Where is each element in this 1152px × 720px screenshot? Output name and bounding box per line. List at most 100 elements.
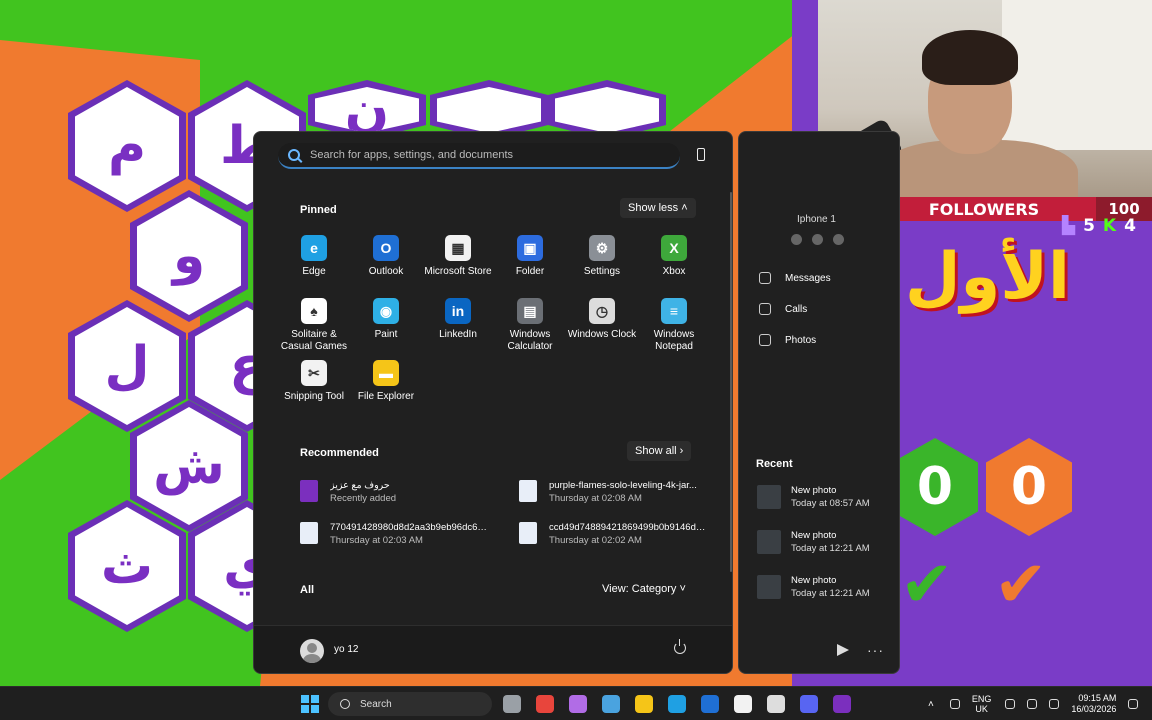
show-all-label: Show all [635,445,677,457]
app-label: Microsoft Store [424,266,492,277]
device-name: Iphone 1 [797,214,836,225]
taskbar-search[interactable]: Search [328,692,492,716]
pinned-app[interactable]: ♠ Solitaire & Casual Games [278,298,350,353]
wifi-icon[interactable] [1005,699,1016,709]
file-icon [519,480,537,502]
view-category-button[interactable]: View: Category ˅ [594,579,694,599]
start-footer: yo 12 [254,625,732,673]
discord-icon[interactable] [800,695,818,713]
phone-icon [759,303,771,315]
volume-icon[interactable] [1027,699,1038,709]
edge-icon[interactable] [668,695,686,713]
show-all-button[interactable]: Show all › [627,441,692,461]
copilot-icon[interactable] [569,695,587,713]
pinned-app[interactable]: in LinkedIn [422,298,494,341]
streamer-hair [922,30,1018,85]
recent-photo[interactable]: New photo Today at 08:57 AM [757,485,870,509]
calls-item[interactable]: Calls [759,303,807,315]
messages-item[interactable]: Messages [759,272,831,284]
store-icon[interactable] [734,695,752,713]
pinned-app[interactable]: ⚙ Settings [566,235,638,278]
battery-icon [833,234,844,245]
recommended-item[interactable]: حروف مع عزيز Recently added [300,480,500,504]
chevron-up-icon[interactable]: ˄ [928,699,934,710]
pinned-app[interactable]: ▬ File Explorer [350,360,422,403]
microphone-icon[interactable] [949,699,960,709]
send-icon[interactable] [837,644,849,656]
notifications-icon[interactable] [1128,699,1139,709]
app-icon: ≡ [661,298,687,324]
messages-label: Messages [785,272,831,284]
pinned-app[interactable]: ▤ Windows Calculator [494,298,566,353]
app-label: Edge [302,266,326,277]
pinned-app[interactable]: ✂ Snipping Tool [278,360,350,403]
file-detail: Thursday at 02:03 AM [330,535,423,546]
app-label: Windows Clock [567,329,637,340]
more-icon[interactable]: ··· [867,642,884,658]
clock-time: 09:15 AM [1078,693,1117,703]
hex-letter: ل [75,307,179,425]
recent-heading: Recent [756,458,793,470]
photo-thumbnail [757,530,781,554]
pinned-app[interactable]: O Outlook [350,235,422,278]
capture-icon[interactable] [602,695,620,713]
task-view-icon[interactable] [503,695,521,713]
app-icon: in [445,298,471,324]
clock-date: 16/03/2026 [1071,704,1117,714]
file-name: ccd49d74889421869499b0b9146dd... [549,522,709,533]
recent-photo[interactable]: New photo Today at 12:21 AM [757,575,870,599]
pinned-app[interactable]: ▦ Microsoft Store [422,235,494,278]
app-label: Xbox [662,266,686,277]
app-icon: ⚙ [589,235,615,261]
photo-time: Today at 08:57 AM [791,498,870,509]
pinned-app[interactable]: ◉ Paint [350,298,422,341]
show-less-button[interactable]: Show less ˄ [620,198,696,218]
clock[interactable]: 09:15 AM 16/03/2026 [1071,693,1116,715]
kick-icon: K [1102,216,1117,236]
recommended-item[interactable]: 770491428980d8d2aa3b9eb96dc69... Thursday… [300,522,500,546]
scrollbar[interactable] [730,192,732,572]
device-status [791,234,844,245]
file-name: purple-flames-solo-leveling-4k-jar... [549,480,697,491]
app-label: Windows Calculator [507,329,553,352]
obs-icon[interactable] [767,695,785,713]
file-explorer-icon[interactable] [635,695,653,713]
outlook-icon[interactable] [701,695,719,713]
battery-icon[interactable] [1049,699,1060,709]
chrome-icon[interactable] [536,695,554,713]
start-search-box[interactable] [278,143,680,169]
language-indicator[interactable]: ENG UK [972,694,992,714]
pinned-app[interactable]: ≡ Windows Notepad [638,298,710,353]
phone-link-icon[interactable] [697,148,705,161]
recommended-item[interactable]: ccd49d74889421869499b0b9146dd... Thursday… [519,522,719,546]
power-icon[interactable] [674,639,686,654]
app-label: Snipping Tool [284,391,344,402]
app-label: Solitaire & Casual Games [280,329,348,352]
file-detail: Thursday at 02:02 AM [549,535,642,546]
start-menu: Pinned Show less ˄ e Edge O Outlook ▦ Microso… [253,131,733,674]
avatar[interactable] [300,639,324,663]
windows-start-icon[interactable] [301,695,319,713]
app-icon: ✂ [301,360,327,386]
pinned-app[interactable]: e Edge [278,235,350,278]
file-name: حروف مع عزيز [330,480,390,491]
user-name[interactable]: yo 12 [334,644,358,655]
photos-item[interactable]: Photos [759,334,816,346]
pinned-app[interactable]: ◷ Windows Clock [566,298,638,341]
start-search-input[interactable] [310,149,670,161]
pinned-app[interactable]: ▣ Folder [494,235,566,278]
recent-photo[interactable]: New photo Today at 12:21 AM [757,530,870,554]
disconnect-icon[interactable] [791,234,802,245]
show-less-label: Show less [628,202,679,214]
game-icon[interactable] [833,695,851,713]
hex-letter: ن [315,87,419,133]
pinned-app[interactable]: X Xbox [638,235,710,278]
bluetooth-icon [812,234,823,245]
lang-code: ENG [971,694,992,704]
file-detail: Recently added [330,493,397,504]
hex-letter [555,87,659,133]
recommended-item[interactable]: purple-flames-solo-leveling-4k-jar... Thu… [519,480,719,504]
file-icon [300,522,318,544]
app-icon: ▣ [517,235,543,261]
system-tray: ˄ ENG UK 09:15 AM 16/03/2026 [928,687,1150,720]
